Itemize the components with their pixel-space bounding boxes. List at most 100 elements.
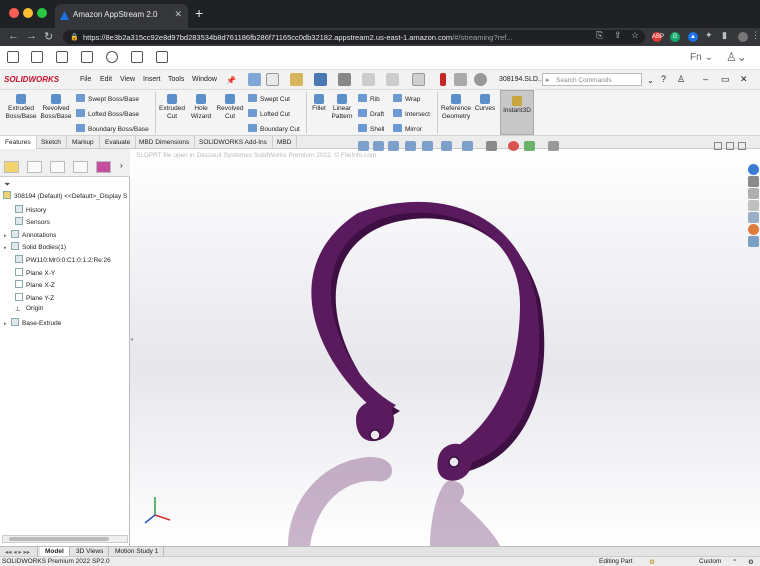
filter-icon[interactable]: ⏷ (4, 180, 10, 190)
fullscreen-icon[interactable] (131, 51, 143, 63)
new-document-icon[interactable] (266, 73, 279, 86)
close-window-button[interactable] (9, 8, 19, 18)
tree-item-plane-yz[interactable]: Plane Y-Z (15, 293, 54, 304)
configuration-manager-tab-icon[interactable] (50, 161, 65, 173)
menu-insert[interactable]: Insert (143, 76, 161, 83)
hole-wizard-button[interactable]: Hole Wizard (188, 94, 214, 120)
tree-item-base-extrude[interactable]: ▸ Base-Extrude (4, 318, 61, 329)
extension-icon[interactable]: ▲ (688, 32, 698, 42)
rebuild-icon[interactable] (454, 73, 467, 86)
menu-file[interactable]: File (80, 76, 91, 83)
help-icon[interactable]: ? (661, 74, 666, 84)
tab-features[interactable]: Features (0, 136, 37, 149)
extensions-puzzle-icon[interactable]: ✦ (705, 30, 713, 41)
tab-markup[interactable]: Markup (67, 136, 100, 149)
fn-key-button[interactable]: Fn ⌄ (690, 52, 713, 63)
tree-item-plane-xy[interactable]: Plane X-Y (15, 268, 55, 279)
adblock-extension-icon[interactable]: ABP (652, 32, 664, 42)
select-arrow-icon[interactable] (412, 73, 425, 86)
reload-icon[interactable]: ↻ (44, 30, 53, 43)
catalog-icon[interactable] (7, 51, 19, 63)
feature-tree-tab-icon[interactable] (4, 161, 19, 173)
settings-gear-icon[interactable] (106, 51, 118, 63)
expand-arrow-icon[interactable]: ▸ (4, 245, 9, 251)
save-icon[interactable] (314, 73, 327, 86)
instant3d-button[interactable]: Instant3D (500, 90, 534, 135)
display-icon[interactable] (156, 51, 168, 63)
tab-sketch[interactable]: Sketch (36, 136, 67, 149)
url-bar[interactable]: 🔒 https://8e3b2a315cc92e8d97bd283534b8d7… (63, 30, 645, 44)
tree-item-solid-bodies[interactable]: ▸ Solid Bodies(1) (4, 242, 66, 253)
minimize-window-button[interactable] (23, 8, 33, 18)
wrap-button[interactable]: Wrap (393, 94, 420, 103)
panel-horizontal-scrollbar[interactable] (2, 535, 128, 543)
scrollbar-thumb[interactable] (9, 537, 109, 541)
lofted-boss-button[interactable]: Lofted Boss/Base (76, 109, 139, 118)
extruded-cut-button[interactable]: Extruded Cut (158, 94, 186, 120)
menu-tools[interactable]: Tools (168, 76, 184, 83)
windows-icon[interactable] (31, 51, 43, 63)
lofted-cut-button[interactable]: Lofted Cut (248, 109, 290, 118)
boundary-boss-button[interactable]: Boundary Boss/Base (76, 124, 149, 133)
install-icon[interactable]: ⎘ (596, 30, 603, 41)
print-icon[interactable] (338, 73, 351, 86)
traffic-light-icon[interactable] (440, 73, 446, 86)
rebuild-status-icon[interactable]: ⚙ (649, 558, 655, 566)
revolved-boss-button[interactable]: Revolved Boss/Base (40, 94, 72, 120)
tab-mbd[interactable]: MBD (272, 136, 298, 149)
restore-app-icon[interactable]: ▭ (721, 74, 730, 85)
profile-avatar[interactable] (738, 32, 748, 42)
dimxpert-tab-icon[interactable] (73, 161, 88, 173)
status-options-icon[interactable]: ⚙ (748, 558, 754, 566)
panel-collapse-handle[interactable]: ◂ (130, 336, 133, 343)
mirror-button[interactable]: Mirror (393, 124, 422, 133)
panel-scroll-right-icon[interactable]: › (120, 161, 123, 170)
grammarly-extension-icon[interactable]: G (670, 32, 680, 42)
menu-view[interactable]: View (120, 76, 135, 83)
shell-button[interactable]: Shell (358, 124, 384, 133)
expand-arrow-icon[interactable]: ▸ (4, 233, 9, 239)
menu-edit[interactable]: Edit (100, 76, 112, 83)
rib-button[interactable]: Rib (358, 94, 380, 103)
revolved-cut-button[interactable]: Revolved Cut (216, 94, 244, 120)
forward-icon[interactable]: → (26, 30, 37, 42)
draft-button[interactable]: Draft (358, 109, 384, 118)
open-folder-icon[interactable] (290, 73, 303, 86)
redo-icon[interactable] (386, 73, 399, 86)
units-dropdown-icon[interactable]: ⌃ (732, 558, 737, 566)
model-render[interactable] (130, 149, 760, 546)
tree-item-sensors[interactable]: Sensors (15, 217, 50, 228)
tree-item-material[interactable]: PW110:Mr0:0:C1:0:1:2:Re:26 (15, 255, 111, 266)
tab-mbd-dimensions[interactable]: MBD Dimensions (134, 136, 196, 149)
solidworks-logo[interactable]: SOLIDWORKS (4, 75, 59, 84)
property-manager-tab-icon[interactable] (27, 161, 42, 173)
close-app-icon[interactable]: ✕ (740, 74, 748, 85)
boundary-cut-button[interactable]: Boundary Cut (248, 124, 300, 133)
expand-arrow-icon[interactable]: ▸ (4, 321, 9, 327)
user-icon[interactable]: ♙ (677, 74, 685, 85)
folder-icon[interactable] (56, 51, 68, 63)
menu-window[interactable]: Window (192, 76, 217, 83)
graphics-viewport[interactable]: SLDPRT file open in Dassault Systemes So… (130, 141, 760, 546)
bookmark-star-icon[interactable]: ☆ (631, 30, 639, 41)
pin-icon[interactable]: 📌 (226, 76, 236, 85)
status-units[interactable]: Custom (699, 558, 721, 565)
minimize-app-icon[interactable]: – (703, 74, 708, 84)
reference-geometry-button[interactable]: Reference Geometry (440, 94, 472, 120)
extruded-boss-button[interactable]: Extruded Boss/Base (4, 94, 38, 120)
home-icon[interactable] (248, 73, 261, 86)
intersect-button[interactable]: Intersect (393, 109, 430, 118)
display-manager-tab-icon[interactable] (96, 161, 111, 173)
options-gear-icon[interactable] (474, 73, 487, 86)
sidebar-icon[interactable]: ▮ (722, 30, 727, 41)
fillet-button[interactable]: Fillet (309, 94, 329, 113)
clipboard-icon[interactable] (81, 51, 93, 63)
back-icon[interactable]: ← (8, 30, 19, 42)
user-account-icon[interactable]: ♙⌄ (726, 50, 747, 64)
close-tab-icon[interactable]: ✕ (174, 9, 182, 20)
tree-item-history[interactable]: History (15, 205, 46, 216)
linear-pattern-button[interactable]: Linear Pattern (330, 94, 354, 120)
share-icon[interactable]: ⇪ (614, 30, 622, 41)
undo-icon[interactable] (362, 73, 375, 86)
maximize-window-button[interactable] (37, 8, 47, 18)
